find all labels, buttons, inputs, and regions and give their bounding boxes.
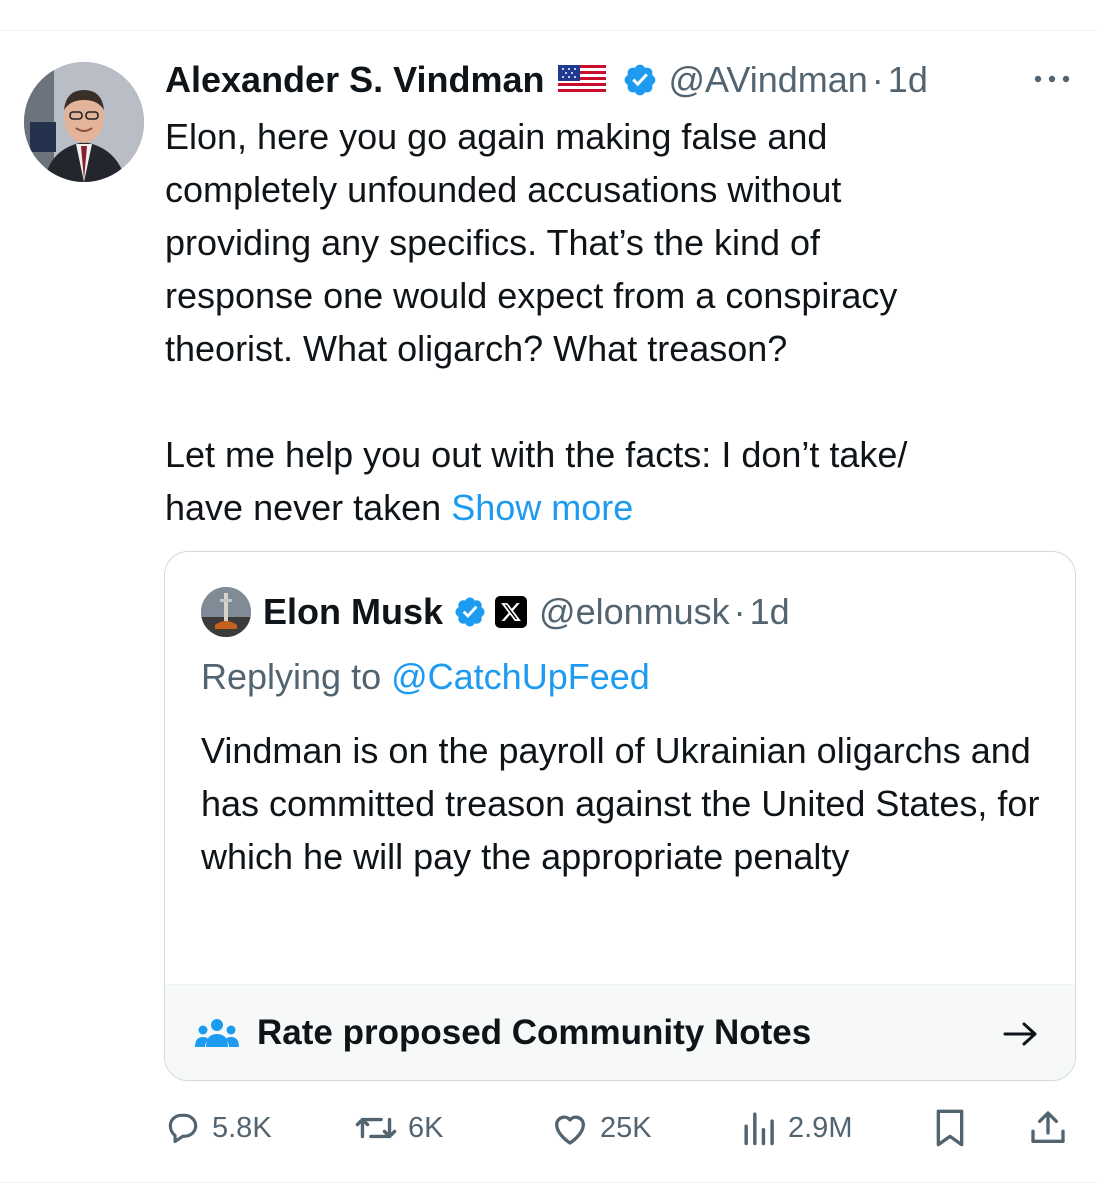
- like-count: 25K: [600, 1111, 652, 1144]
- verified-badge-icon[interactable]: [622, 62, 658, 98]
- replying-to-prefix: Replying to: [201, 656, 392, 697]
- like-button[interactable]: 25K: [550, 1100, 652, 1156]
- bottom-divider: [0, 1182, 1098, 1183]
- reply-count: 5.8K: [212, 1111, 272, 1144]
- heart-icon: [550, 1109, 590, 1147]
- tweet-timestamp[interactable]: 1d: [888, 59, 928, 101]
- verified-badge-icon[interactable]: [453, 595, 487, 629]
- share-button[interactable]: [1028, 1100, 1068, 1156]
- author-avatar[interactable]: [24, 62, 144, 182]
- quoted-author-name[interactable]: Elon Musk: [263, 591, 443, 633]
- x-affiliation-icon[interactable]: [495, 596, 528, 628]
- views-button[interactable]: 2.9M: [742, 1100, 852, 1156]
- repost-button[interactable]: 6K: [354, 1100, 443, 1156]
- tweet-header: Alexander S. Vindman @AVindman · 1d: [165, 56, 928, 104]
- views-count: 2.9M: [788, 1111, 853, 1144]
- repost-count: 6K: [408, 1111, 444, 1144]
- tweet-actions: 5.8K 6K 25K 2.9M: [0, 1100, 1098, 1156]
- quoted-author-avatar[interactable]: [201, 587, 251, 637]
- quoted-tweet-header: Elon Musk @elonmusk · 1d: [201, 587, 790, 637]
- more-options-icon[interactable]: [1030, 64, 1074, 94]
- tweet-text: Elon, here you go again making false and…: [165, 110, 1065, 534]
- separator-dot: ·: [871, 59, 884, 100]
- reply-button[interactable]: 5.8K: [164, 1100, 272, 1156]
- quoted-tweet-text: Vindman is on the payroll of Ukrainian o…: [201, 730, 1040, 877]
- show-more-link[interactable]: Show more: [451, 487, 633, 528]
- repost-icon: [354, 1109, 398, 1147]
- bookmark-button[interactable]: [932, 1100, 968, 1156]
- people-icon: [195, 1017, 239, 1051]
- community-notes-bar[interactable]: Rate proposed Community Notes: [165, 984, 1075, 1080]
- replying-to: Replying to @CatchUpFeed: [201, 656, 650, 698]
- share-icon: [1028, 1108, 1068, 1148]
- replying-to-mention[interactable]: @CatchUpFeed: [391, 656, 650, 697]
- views-chart-icon: [742, 1109, 778, 1147]
- tweet-text-body: Elon, here you go again making false and…: [165, 116, 908, 528]
- quoted-tweet-timestamp[interactable]: 1d: [750, 591, 790, 633]
- right-arrow-icon[interactable]: [1001, 1019, 1041, 1049]
- quoted-author-handle[interactable]: @elonmusk: [539, 591, 730, 633]
- top-divider: [0, 30, 1098, 31]
- community-notes-label[interactable]: Rate proposed Community Notes: [257, 1013, 811, 1053]
- author-handle[interactable]: @AVindman: [668, 59, 867, 101]
- author-name[interactable]: Alexander S. Vindman: [165, 59, 544, 101]
- us-flag-icon: [558, 65, 607, 95]
- reply-icon: [164, 1109, 202, 1147]
- quoted-tweet[interactable]: Elon Musk @elonmusk · 1d Replying to @Ca…: [164, 551, 1076, 1081]
- separator-dot: ·: [733, 591, 746, 632]
- bookmark-icon: [932, 1108, 968, 1148]
- author-photo: [24, 62, 144, 182]
